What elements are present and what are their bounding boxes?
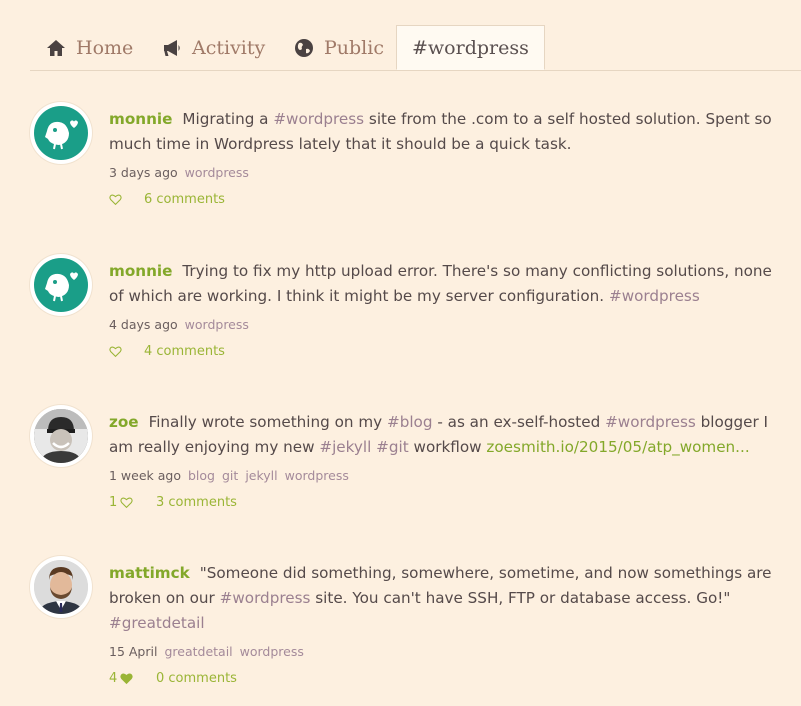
external-link[interactable]: zoesmith.io/2015/05/atp_women... (486, 438, 749, 456)
post-text: site. You can't have SSH, FTP or databas… (310, 589, 731, 607)
post-username[interactable]: monnie (109, 110, 172, 128)
post-tag[interactable]: wordpress (185, 317, 249, 332)
post-text: workflow (408, 438, 487, 456)
tab-wordpress[interactable]: #wordpress (396, 25, 545, 70)
post-tag[interactable]: wordpress (285, 468, 349, 483)
post-text: Finally wrote something on my (148, 413, 387, 431)
tab-bar: Home Activity Public #wordpress (30, 0, 801, 71)
megaphone-icon (164, 40, 180, 56)
post-text: Migrating a (182, 110, 274, 128)
tab-activity[interactable]: Activity (162, 26, 265, 70)
hashtag-link[interactable]: #wordpress (273, 110, 364, 128)
post-username[interactable]: mattimck (109, 564, 190, 582)
like-button[interactable] (109, 193, 144, 206)
hashtag-link[interactable]: #jekyll (319, 438, 371, 456)
hashtag-link[interactable]: #wordpress (220, 589, 311, 607)
avatar[interactable] (30, 102, 92, 164)
like-button[interactable]: 1 (109, 495, 156, 510)
comments-link[interactable]: 4 comments (144, 344, 225, 359)
hashtag-link[interactable]: #git (376, 438, 409, 456)
tab-public[interactable]: Public (294, 26, 384, 70)
post-tag[interactable]: blog (188, 468, 215, 483)
post-text: - as an ex-self-hosted (432, 413, 606, 431)
post-username[interactable]: zoe (109, 413, 139, 431)
bird-avatar-icon (45, 120, 78, 150)
post-timestamp[interactable]: 15 April (109, 644, 157, 659)
home-icon (47, 40, 65, 56)
hashtag-link[interactable]: #greatdetail (109, 614, 205, 632)
post-timestamp[interactable]: 3 days ago (109, 165, 178, 180)
tab-activity-label: Activity (192, 37, 266, 59)
tab-public-label: Public (324, 37, 384, 59)
post-tag[interactable]: git (222, 468, 238, 483)
heart-outline-icon (120, 497, 133, 508)
like-button[interactable] (109, 345, 144, 358)
hashtag-link[interactable]: #blog (387, 413, 433, 431)
comments-link[interactable]: 0 comments (156, 671, 237, 686)
like-count: 4 (109, 670, 118, 686)
post-timestamp[interactable]: 4 days ago (109, 317, 178, 332)
tab-wordpress-label: #wordpress (412, 36, 529, 59)
like-count: 1 (109, 494, 118, 510)
heart-outline-icon (109, 194, 122, 205)
user-photo-icon (34, 409, 88, 463)
post-timestamp[interactable]: 1 week ago (109, 468, 181, 483)
avatar[interactable] (30, 254, 92, 316)
avatar[interactable] (30, 556, 92, 618)
tab-home-label: Home (76, 37, 134, 59)
avatar[interactable] (30, 405, 92, 467)
user-photo-icon (34, 560, 88, 614)
comments-link[interactable]: 6 comments (144, 192, 225, 207)
comments-link[interactable]: 3 comments (156, 495, 237, 510)
heart-filled-icon (120, 673, 133, 684)
post-tag[interactable]: wordpress (240, 644, 304, 659)
bird-avatar-icon (45, 272, 78, 302)
like-button[interactable]: 4 (109, 671, 156, 686)
heart-outline-icon (109, 346, 122, 357)
post-tag[interactable]: greatdetail (164, 644, 232, 659)
globe-icon (295, 39, 313, 57)
post-username[interactable]: monnie (109, 262, 172, 280)
tab-home[interactable]: Home (46, 26, 133, 70)
post-tag[interactable]: wordpress (185, 165, 249, 180)
post-tag[interactable]: jekyll (245, 468, 277, 483)
hashtag-link[interactable]: #wordpress (605, 413, 696, 431)
hashtag-link[interactable]: #wordpress (609, 287, 700, 305)
